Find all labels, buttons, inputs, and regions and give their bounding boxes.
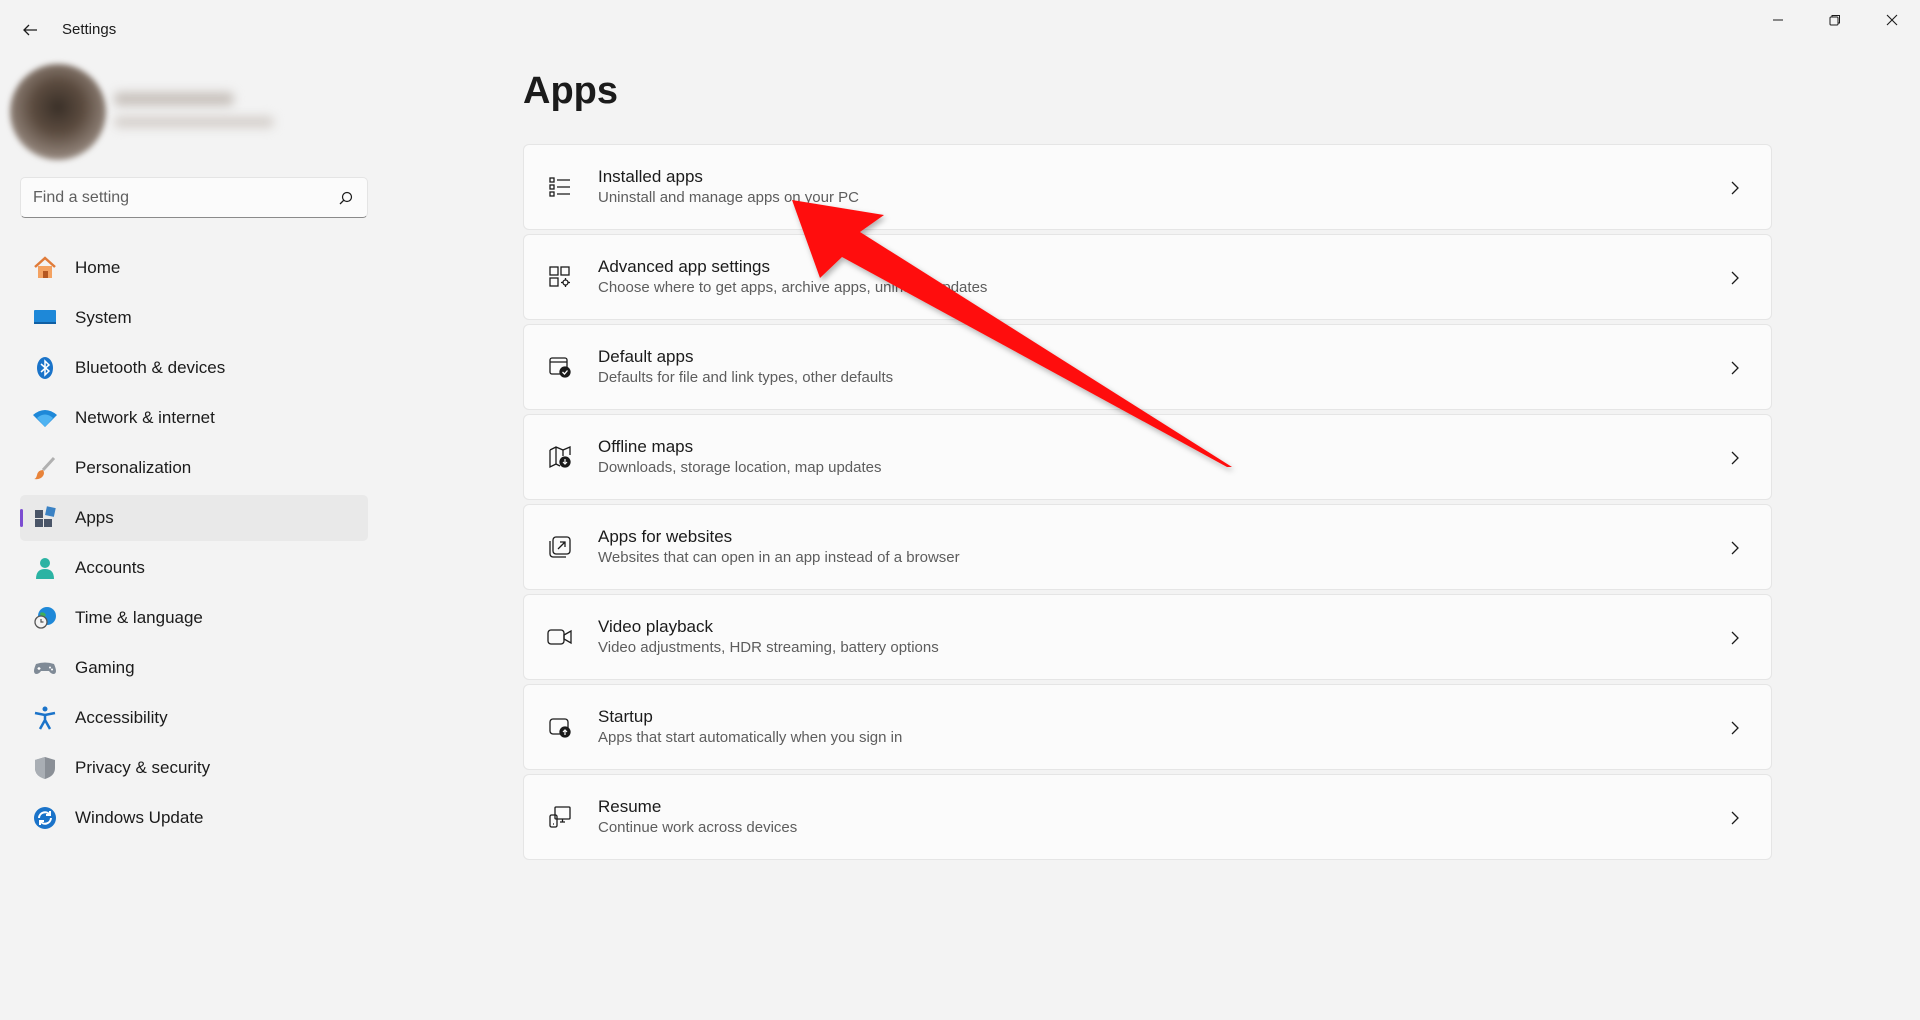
sidebar-item-time-language[interactable]: Time & language	[20, 595, 368, 641]
close-button[interactable]	[1863, 0, 1920, 40]
card-subtitle: Defaults for file and link types, other …	[598, 369, 894, 386]
sidebar-item-label: Time & language	[75, 608, 203, 627]
globe-clock-icon	[31, 604, 59, 632]
sidebar-item-label: Home	[75, 258, 121, 277]
chevron-right-icon	[1727, 268, 1743, 288]
sidebar-item-label: Privacy & security	[75, 758, 211, 777]
window-controls	[1749, 0, 1920, 40]
wifi-icon	[31, 404, 59, 432]
sidebar-item-label: Apps	[75, 508, 114, 527]
startup-icon	[546, 713, 574, 741]
update-icon	[31, 804, 59, 832]
accessibility-icon	[31, 704, 59, 732]
sidebar-item-label: Personalization	[75, 458, 192, 477]
card-startup[interactable]: Startup Apps that start automatically wh…	[523, 684, 1772, 770]
chevron-right-icon	[1727, 808, 1743, 828]
card-video-playback[interactable]: Video playback Video adjustments, HDR st…	[523, 594, 1772, 680]
map-icon	[546, 443, 574, 471]
back-arrow-icon	[23, 24, 37, 36]
video-icon	[546, 623, 574, 651]
person-icon	[31, 554, 59, 582]
user-profile[interactable]	[10, 64, 310, 164]
home-icon	[31, 254, 59, 282]
resume-icon	[546, 803, 574, 831]
card-title: Video playback	[598, 617, 713, 636]
card-title: Default apps	[598, 347, 694, 366]
sidebar-item-accounts[interactable]: Accounts	[20, 545, 368, 591]
card-title: Offline maps	[598, 437, 694, 456]
bluetooth-icon	[31, 354, 59, 382]
card-advanced-app-settings[interactable]: Advanced app settings Choose where to ge…	[523, 234, 1772, 320]
card-title: Advanced app settings	[598, 257, 771, 276]
list-icon	[546, 173, 574, 201]
card-subtitle: Uninstall and manage apps on your PC	[598, 189, 859, 206]
profile-email-blurred	[114, 116, 274, 128]
window-title: Settings	[62, 21, 117, 38]
card-subtitle: Video adjustments, HDR streaming, batter…	[598, 639, 939, 656]
sidebar-nav: Home System Bluetooth & devices Network …	[20, 245, 368, 845]
chevron-right-icon	[1727, 718, 1743, 738]
brush-icon	[31, 454, 59, 482]
card-default-apps[interactable]: Default apps Defaults for file and link …	[523, 324, 1772, 410]
profile-name-blurred	[114, 92, 234, 106]
search-input[interactable]: Find a setting	[20, 177, 368, 218]
close-icon	[1886, 14, 1897, 26]
sidebar-item-label: System	[75, 308, 132, 327]
card-installed-apps[interactable]: Installed apps Uninstall and manage apps…	[523, 144, 1772, 230]
title-bar: Settings	[0, 0, 1920, 60]
minimize-icon	[1772, 19, 1783, 21]
card-offline-maps[interactable]: Offline maps Downloads, storage location…	[523, 414, 1772, 500]
sidebar-item-label: Gaming	[75, 658, 135, 677]
chevron-right-icon	[1727, 178, 1743, 198]
search-placeholder: Find a setting	[33, 188, 130, 206]
sidebar-item-windows-update[interactable]: Windows Update	[20, 795, 368, 841]
default-apps-icon	[546, 353, 574, 381]
card-resume[interactable]: Resume Continue work across devices	[523, 774, 1772, 860]
card-subtitle: Choose where to get apps, archive apps, …	[598, 279, 988, 296]
open-in-app-icon	[546, 533, 574, 561]
page-title: Apps	[523, 70, 618, 112]
card-subtitle: Websites that can open in an app instead…	[598, 549, 960, 566]
search-icon	[337, 189, 355, 207]
settings-card-list: Installed apps Uninstall and manage apps…	[523, 144, 1772, 864]
sidebar-item-label: Accessibility	[75, 708, 168, 727]
chevron-right-icon	[1727, 538, 1743, 558]
chevron-right-icon	[1727, 358, 1743, 378]
card-title: Resume	[598, 797, 662, 816]
minimize-button[interactable]	[1749, 0, 1806, 40]
sidebar-item-home[interactable]: Home	[20, 245, 368, 291]
sidebar-item-label: Windows Update	[75, 808, 204, 827]
card-subtitle: Continue work across devices	[598, 819, 798, 836]
card-apps-for-websites[interactable]: Apps for websites Websites that can open…	[523, 504, 1772, 590]
chevron-right-icon	[1727, 628, 1743, 648]
apps-icon	[31, 504, 59, 532]
restore-icon	[1829, 15, 1840, 26]
card-title: Installed apps	[598, 167, 703, 186]
sidebar-item-network[interactable]: Network & internet	[20, 395, 368, 441]
sidebar-item-label: Bluetooth & devices	[75, 358, 226, 377]
sidebar-item-accessibility[interactable]: Accessibility	[20, 695, 368, 741]
sidebar-item-label: Accounts	[75, 558, 145, 577]
gamepad-icon	[31, 654, 59, 682]
sidebar-item-personalization[interactable]: Personalization	[20, 445, 368, 491]
sidebar-item-label: Network & internet	[75, 408, 215, 427]
card-title: Startup	[598, 707, 653, 726]
card-title: Apps for websites	[598, 527, 733, 546]
shield-icon	[31, 754, 59, 782]
card-subtitle: Apps that start automatically when you s…	[598, 729, 903, 746]
restore-button[interactable]	[1806, 0, 1863, 40]
avatar	[10, 64, 106, 160]
sidebar-item-privacy[interactable]: Privacy & security	[20, 745, 368, 791]
sidebar-item-gaming[interactable]: Gaming	[20, 645, 368, 691]
card-subtitle: Downloads, storage location, map updates	[598, 459, 882, 476]
sidebar-item-apps[interactable]: Apps	[20, 495, 368, 541]
chevron-right-icon	[1727, 448, 1743, 468]
app-settings-icon	[546, 263, 574, 291]
back-button[interactable]	[14, 16, 46, 44]
sidebar-item-system[interactable]: System	[20, 295, 368, 341]
sidebar-item-bluetooth[interactable]: Bluetooth & devices	[20, 345, 368, 391]
monitor-icon	[31, 304, 59, 332]
